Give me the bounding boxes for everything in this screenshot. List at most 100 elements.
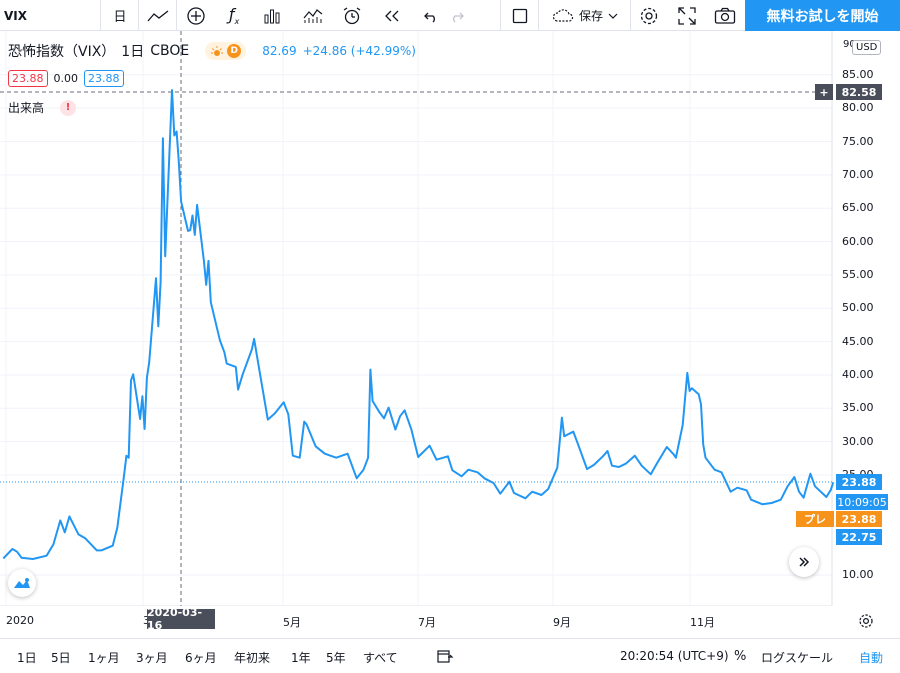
range-button[interactable]: 6ヶ月 xyxy=(185,649,217,666)
premarket-label: プレ xyxy=(796,511,834,527)
grid xyxy=(0,31,832,606)
divider xyxy=(630,0,631,31)
compare-button[interactable] xyxy=(180,0,212,31)
bottom-toolbar: 1日 5日 1ヶ月 3ヶ月 6ヶ月 年初来 1年 5年 すべて 20:20:54 (UTC+9)… xyxy=(0,638,900,673)
layout-button[interactable] xyxy=(504,0,536,31)
divider xyxy=(100,0,101,31)
function-icon: ƒx xyxy=(228,4,240,27)
interval-button[interactable]: 日 xyxy=(104,0,136,31)
double-chevron-right-icon xyxy=(799,557,810,567)
camera-icon xyxy=(714,7,736,24)
tradingview-logo[interactable] xyxy=(8,569,36,597)
scale-settings-button[interactable] xyxy=(857,612,875,630)
save-label: 保存 xyxy=(578,9,603,23)
save-button[interactable]: 保存 xyxy=(544,0,626,31)
time-tick: 7月 xyxy=(418,616,436,629)
price-tick: 50.00 xyxy=(842,301,874,315)
alarm-clock-icon xyxy=(343,6,361,24)
divider xyxy=(176,0,177,31)
crosshair-price-label: 82.58 xyxy=(836,84,882,100)
gear-icon xyxy=(640,7,658,24)
change-value: +24.86 (+42.99%) xyxy=(302,44,416,58)
undo-icon xyxy=(424,12,435,22)
time-tick: 9月 xyxy=(553,616,571,629)
last-price-label: 23.88 xyxy=(836,474,882,490)
currency-badge[interactable]: USD xyxy=(852,40,882,55)
bar-chart-icon xyxy=(264,9,280,23)
rewind-icon xyxy=(385,10,399,21)
bar-countdown-label: 10:09:05 xyxy=(836,494,888,510)
market-status-badge[interactable]: D xyxy=(205,42,247,60)
log-scale-toggle[interactable]: ログスケール xyxy=(761,649,833,666)
range-button[interactable]: 1年 xyxy=(291,649,311,666)
price-tick: 10.00 xyxy=(842,568,874,582)
top-toolbar: VIX 日 ƒx 保存 無料お試しを開始 xyxy=(0,0,900,31)
price-tick: 65.00 xyxy=(842,201,874,215)
range-button[interactable]: 1ヶ月 xyxy=(88,649,120,666)
redo-button[interactable] xyxy=(442,0,474,31)
replay-button[interactable] xyxy=(376,0,408,31)
range-button[interactable]: 年初来 xyxy=(234,649,270,666)
chart-area[interactable] xyxy=(0,31,900,606)
range-button[interactable]: 5年 xyxy=(326,649,346,666)
price-tick: 45.00 xyxy=(842,334,874,348)
price-tick: 75.00 xyxy=(842,134,874,148)
fullscreen-button[interactable] xyxy=(671,0,703,31)
price-tick: 80.00 xyxy=(842,101,874,115)
interval-label: 日 xyxy=(113,10,127,25)
percent-toggle[interactable]: % xyxy=(734,649,746,664)
price-tick: 30.00 xyxy=(842,434,874,448)
chart-type-button[interactable] xyxy=(142,0,174,31)
crosshair-plus-icon[interactable]: + xyxy=(815,84,833,100)
market-badge-letter: D xyxy=(227,44,242,58)
legend-exchange: CBOE xyxy=(150,43,190,59)
alert-button[interactable] xyxy=(336,0,368,31)
legend-volume: 出来高 ! xyxy=(8,99,77,116)
start-trial-button[interactable]: 無料お試しを開始 xyxy=(745,0,900,31)
last-value: 82.69 xyxy=(262,44,297,58)
calendar-arrow-icon xyxy=(437,650,454,663)
ask-pill[interactable]: 23.88 xyxy=(84,70,124,87)
legend-quote: 23.88 0.00 23.88 xyxy=(8,70,124,87)
templates-button[interactable] xyxy=(256,0,288,31)
date-range-button[interactable] xyxy=(436,648,454,668)
range-button[interactable]: 3ヶ月 xyxy=(136,649,168,666)
range-button[interactable]: 5日 xyxy=(51,649,71,666)
bid-pill[interactable]: 23.88 xyxy=(8,70,48,87)
timezone-clock[interactable]: 20:20:54 (UTC+9) xyxy=(620,649,729,663)
time-tick: 5月 xyxy=(283,616,301,629)
legend-interval: 1日 xyxy=(121,44,145,60)
divider xyxy=(500,0,501,31)
series-title[interactable]: 恐怖指数（VIX） xyxy=(8,41,115,61)
price-tick: 85.00 xyxy=(842,67,874,81)
scroll-to-realtime-button[interactable] xyxy=(789,547,819,577)
price-tick: 40.00 xyxy=(842,367,874,381)
divider xyxy=(538,0,539,31)
fullscreen-icon xyxy=(678,6,696,25)
settings-button[interactable] xyxy=(633,0,665,31)
plus-circle-icon xyxy=(187,6,205,25)
financials-button[interactable] xyxy=(297,0,329,31)
spread-value: 0.00 xyxy=(53,72,79,85)
auto-scale-toggle[interactable]: 自動 xyxy=(859,649,883,666)
time-tick: 11月 xyxy=(690,616,715,629)
financials-icon xyxy=(303,8,323,23)
time-tick: 2020 xyxy=(6,614,34,627)
square-icon xyxy=(512,8,528,23)
price-tick: 55.00 xyxy=(842,267,874,281)
price-tick: 70.00 xyxy=(842,167,874,181)
legend-main: 恐怖指数（VIX） 1日 CBOE D 82.69 +24.86 (+42.99… xyxy=(8,41,416,61)
gear-icon xyxy=(859,614,873,628)
sun-icon xyxy=(211,46,224,56)
symbol-label: VIX xyxy=(4,8,28,23)
range-button[interactable]: すべて xyxy=(363,649,398,666)
range-button[interactable]: 1日 xyxy=(17,649,37,666)
divider xyxy=(138,0,139,31)
redo-icon xyxy=(453,12,464,22)
crosshair-date-label: 2020-03-16 xyxy=(147,606,215,632)
indicators-button[interactable]: ƒx xyxy=(218,0,250,31)
symbol-search-button[interactable]: VIX xyxy=(4,0,44,31)
volume-label[interactable]: 出来高 xyxy=(8,99,44,116)
volume-alert-icon[interactable]: ! xyxy=(60,99,77,116)
snapshot-button[interactable] xyxy=(709,0,741,31)
